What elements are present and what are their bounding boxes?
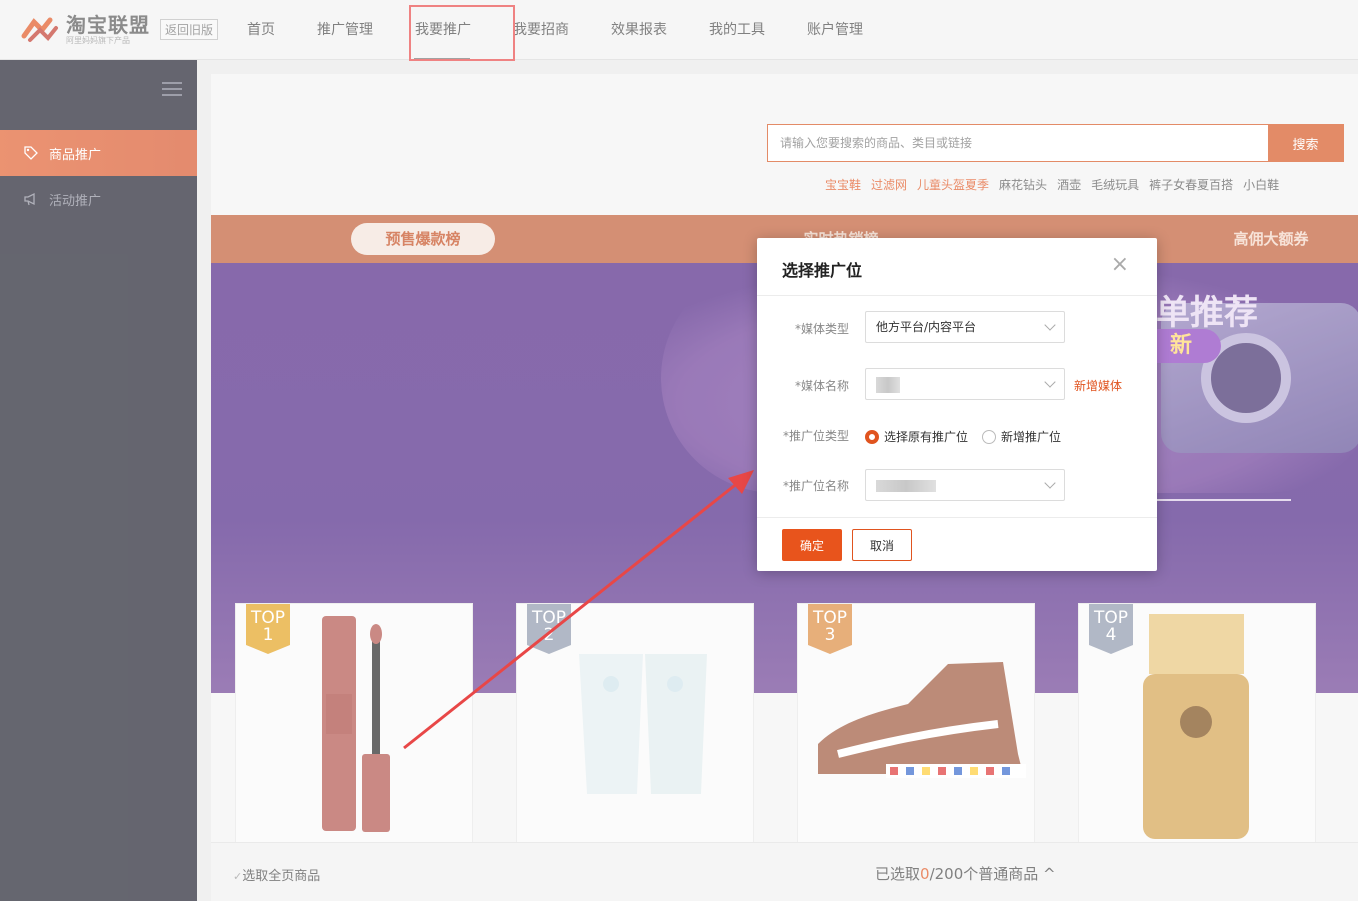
redacted-value — [876, 377, 900, 393]
close-icon[interactable]: × — [1111, 254, 1129, 276]
media-name-select[interactable] — [865, 368, 1065, 400]
media-name-label: *媒体名称 — [757, 377, 849, 394]
radio-existing-slot[interactable]: 选择原有推广位 — [865, 428, 968, 445]
radio-checked-icon — [865, 430, 879, 444]
dialog-title: 选择推广位 — [782, 257, 862, 281]
select-promotion-slot-dialog: 选择推广位 × *媒体类型 他方平台/内容平台 *媒体名称 新增媒体 *推广位类… — [757, 238, 1157, 571]
chevron-down-icon — [1044, 376, 1055, 387]
slot-type-label: *推广位类型 — [757, 427, 849, 444]
radio-label: 选择原有推广位 — [884, 428, 968, 445]
chevron-down-icon — [1044, 319, 1055, 330]
radio-unchecked-icon — [982, 430, 996, 444]
radio-label: 新增推广位 — [1001, 428, 1061, 445]
slot-type-radio-group: 选择原有推广位 新增推广位 — [865, 428, 1075, 445]
chevron-down-icon — [1044, 477, 1055, 488]
media-type-select[interactable]: 他方平台/内容平台 — [865, 311, 1065, 343]
redacted-value — [876, 480, 936, 492]
confirm-button[interactable]: 确定 — [782, 529, 842, 561]
add-media-link[interactable]: 新增媒体 — [1074, 377, 1122, 394]
cancel-button[interactable]: 取消 — [852, 529, 912, 561]
slot-name-label: *推广位名称 — [757, 477, 849, 494]
dialog-footer: 确定 取消 — [757, 517, 1157, 571]
radio-new-slot[interactable]: 新增推广位 — [982, 428, 1061, 445]
slot-name-select[interactable] — [865, 469, 1065, 501]
dialog-header: 选择推广位 × — [757, 238, 1157, 296]
media-type-value: 他方平台/内容平台 — [876, 320, 976, 334]
media-type-label: *媒体类型 — [757, 320, 849, 337]
